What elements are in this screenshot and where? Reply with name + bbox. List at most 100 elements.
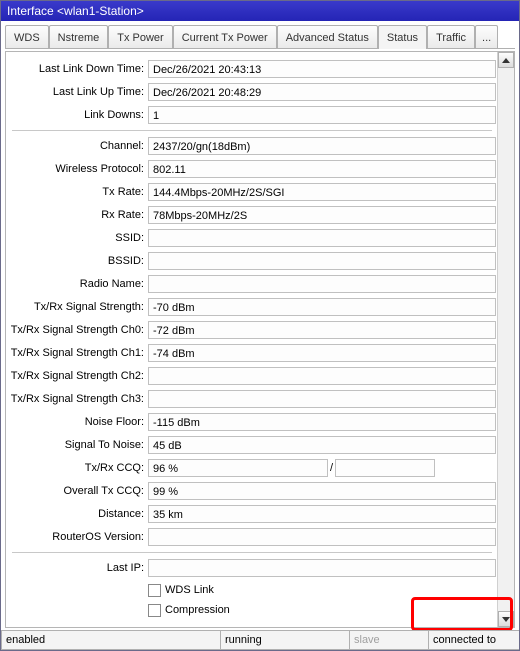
row-txrx-signal-ch1: Tx/Rx Signal Strength Ch1: -74 dBm bbox=[8, 342, 496, 364]
label-noise-floor: Noise Floor: bbox=[8, 416, 148, 428]
tab-nstreme[interactable]: Nstreme bbox=[49, 25, 109, 49]
row-wds-link: WDS Link bbox=[148, 580, 496, 600]
label-channel: Channel: bbox=[8, 140, 148, 152]
value-last-link-down-time: Dec/26/2021 20:43:13 bbox=[148, 60, 496, 78]
row-bssid: BSSID: bbox=[8, 250, 496, 272]
tab-tx-power[interactable]: Tx Power bbox=[108, 25, 172, 49]
label-txrx-signal-ch2: Tx/Rx Signal Strength Ch2: bbox=[8, 370, 148, 382]
label-signal-to-noise: Signal To Noise: bbox=[8, 439, 148, 451]
row-overall-tx-ccq: Overall Tx CCQ: 99 % bbox=[8, 480, 496, 502]
label-last-ip: Last IP: bbox=[8, 562, 148, 574]
status-form: Last Link Down Time: Dec/26/2021 20:43:1… bbox=[6, 52, 498, 627]
tab-more[interactable]: ... bbox=[475, 25, 498, 49]
row-last-link-up-time: Last Link Up Time: Dec/26/2021 20:48:29 bbox=[8, 81, 496, 103]
value-txrx-signal-ch3 bbox=[148, 390, 496, 408]
chevron-up-icon bbox=[502, 58, 510, 63]
status-bar: enabled running slave connected to ess bbox=[1, 630, 519, 650]
value-txrx-signal-ch0: -72 dBm bbox=[148, 321, 496, 339]
row-txrx-ccq: Tx/Rx CCQ: 96 % / bbox=[8, 457, 496, 479]
row-txrx-signal-ch0: Tx/Rx Signal Strength Ch0: -72 dBm bbox=[8, 319, 496, 341]
row-routeros-version: RouterOS Version: bbox=[8, 526, 496, 548]
row-link-downs: Link Downs: 1 bbox=[8, 104, 496, 126]
label-txrx-ccq: Tx/Rx CCQ: bbox=[8, 462, 148, 474]
value-last-ip bbox=[148, 559, 496, 577]
label-rx-rate: Rx Rate: bbox=[8, 209, 148, 221]
value-distance: 35 km bbox=[148, 505, 496, 523]
value-txrx-ccq-b bbox=[335, 459, 435, 477]
value-txrx-signal-ch1: -74 dBm bbox=[148, 344, 496, 362]
status-running: running bbox=[220, 630, 350, 650]
row-signal-to-noise: Signal To Noise: 45 dB bbox=[8, 434, 496, 456]
label-last-link-down-time: Last Link Down Time: bbox=[8, 63, 148, 75]
label-distance: Distance: bbox=[8, 508, 148, 520]
tab-status[interactable]: Status bbox=[378, 25, 427, 49]
chevron-down-icon bbox=[502, 617, 510, 622]
separator-1 bbox=[12, 130, 492, 131]
label-routeros-version: RouterOS Version: bbox=[8, 531, 148, 543]
row-txrx-signal-ch2: Tx/Rx Signal Strength Ch2: bbox=[8, 365, 496, 387]
scroll-down-button[interactable] bbox=[498, 611, 514, 627]
tab-strip: WDS Nstreme Tx Power Current Tx Power Ad… bbox=[5, 21, 515, 49]
tab-strip-border bbox=[5, 48, 515, 49]
tab-advanced-status[interactable]: Advanced Status bbox=[277, 25, 378, 49]
value-rx-rate: 78Mbps-20MHz/2S bbox=[148, 206, 496, 224]
label-radio-name: Radio Name: bbox=[8, 278, 148, 290]
value-txrx-signal: -70 dBm bbox=[148, 298, 496, 316]
value-txrx-signal-ch2 bbox=[148, 367, 496, 385]
label-txrx-signal: Tx/Rx Signal Strength: bbox=[8, 301, 148, 313]
tab-traffic[interactable]: Traffic bbox=[427, 25, 475, 49]
value-overall-tx-ccq: 99 % bbox=[148, 482, 496, 500]
row-channel: Channel: 2437/20/gn(18dBm) bbox=[8, 135, 496, 157]
value-txrx-ccq-a: 96 % bbox=[148, 459, 328, 477]
value-bssid bbox=[148, 252, 496, 270]
value-last-link-up-time: Dec/26/2021 20:48:29 bbox=[148, 83, 496, 101]
value-noise-floor: -115 dBm bbox=[148, 413, 496, 431]
value-link-downs: 1 bbox=[148, 106, 496, 124]
window-title: Interface <wlan1-Station> bbox=[1, 1, 519, 21]
label-wds-link: WDS Link bbox=[165, 584, 214, 596]
scrollbar[interactable] bbox=[497, 52, 514, 627]
separator-2 bbox=[12, 552, 492, 553]
value-wireless-protocol: 802.11 bbox=[148, 160, 496, 178]
txrx-ccq-sep: / bbox=[330, 462, 333, 474]
value-channel: 2437/20/gn(18dBm) bbox=[148, 137, 496, 155]
label-txrx-signal-ch3: Tx/Rx Signal Strength Ch3: bbox=[8, 393, 148, 405]
label-link-downs: Link Downs: bbox=[8, 109, 148, 121]
label-last-link-up-time: Last Link Up Time: bbox=[8, 86, 148, 98]
row-compression: Compression bbox=[148, 600, 496, 620]
row-rx-rate: Rx Rate: 78Mbps-20MHz/2S bbox=[8, 204, 496, 226]
row-wireless-protocol: Wireless Protocol: 802.11 bbox=[8, 158, 496, 180]
status-connected: connected to ess bbox=[428, 630, 520, 650]
checkbox-compression[interactable] bbox=[148, 604, 161, 617]
row-noise-floor: Noise Floor: -115 dBm bbox=[8, 411, 496, 433]
form-zone: Last Link Down Time: Dec/26/2021 20:43:1… bbox=[5, 51, 515, 628]
label-tx-rate: Tx Rate: bbox=[8, 186, 148, 198]
label-txrx-signal-ch0: Tx/Rx Signal Strength Ch0: bbox=[8, 324, 148, 336]
row-ssid: SSID: bbox=[8, 227, 496, 249]
value-radio-name bbox=[148, 275, 496, 293]
row-last-link-down-time: Last Link Down Time: Dec/26/2021 20:43:1… bbox=[8, 58, 496, 80]
value-routeros-version bbox=[148, 528, 496, 546]
value-signal-to-noise: 45 dB bbox=[148, 436, 496, 454]
row-txrx-signal: Tx/Rx Signal Strength: -70 dBm bbox=[8, 296, 496, 318]
label-bssid: BSSID: bbox=[8, 255, 148, 267]
status-slave: slave bbox=[349, 630, 429, 650]
label-compression: Compression bbox=[165, 604, 230, 616]
label-ssid: SSID: bbox=[8, 232, 148, 244]
value-ssid bbox=[148, 229, 496, 247]
interface-window: Interface <wlan1-Station> WDS Nstreme Tx… bbox=[0, 0, 520, 651]
tab-wds[interactable]: WDS bbox=[5, 25, 49, 49]
scroll-up-button[interactable] bbox=[498, 52, 514, 68]
row-last-ip: Last IP: bbox=[8, 557, 496, 579]
row-txrx-signal-ch3: Tx/Rx Signal Strength Ch3: bbox=[8, 388, 496, 410]
row-tx-rate: Tx Rate: 144.4Mbps-20MHz/2S/SGI bbox=[8, 181, 496, 203]
row-distance: Distance: 35 km bbox=[8, 503, 496, 525]
value-tx-rate: 144.4Mbps-20MHz/2S/SGI bbox=[148, 183, 496, 201]
client-area: WDS Nstreme Tx Power Current Tx Power Ad… bbox=[1, 21, 519, 650]
row-radio-name: Radio Name: bbox=[8, 273, 496, 295]
label-overall-tx-ccq: Overall Tx CCQ: bbox=[8, 485, 148, 497]
status-enabled: enabled bbox=[1, 630, 221, 650]
checkbox-wds-link[interactable] bbox=[148, 584, 161, 597]
tab-current-tx-power[interactable]: Current Tx Power bbox=[173, 25, 277, 49]
label-wireless-protocol: Wireless Protocol: bbox=[8, 163, 148, 175]
